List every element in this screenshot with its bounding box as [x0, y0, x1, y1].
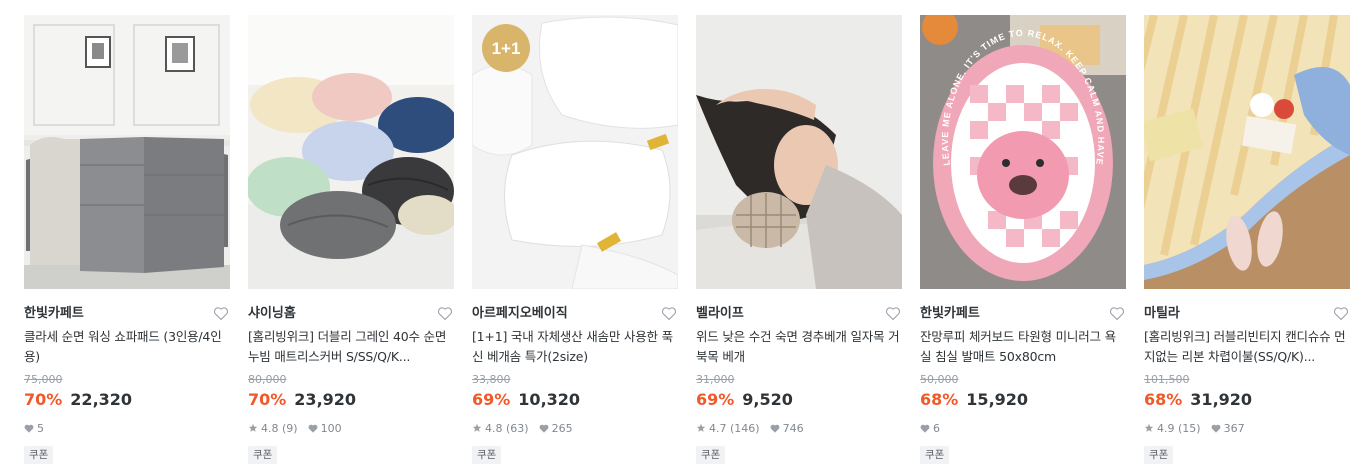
- price-row: 68% 31,920: [1144, 389, 1252, 411]
- product-title[interactable]: 잔망루피 체커보드 타원형 미니러그 욕실 침실 발매트 50x80cm: [920, 327, 1126, 367]
- price-row: 69% 10,320: [472, 389, 580, 411]
- product-stats: 4.8 (63) 265: [472, 420, 583, 436]
- price-row: 70% 22,320: [24, 389, 132, 411]
- coupon-badge: 쿠폰: [472, 446, 502, 464]
- scrap-heart-icon[interactable]: [1333, 306, 1349, 321]
- discount-rate: 69%: [696, 390, 735, 409]
- sale-price: 10,320: [518, 390, 581, 409]
- scrap-count: 367: [1211, 422, 1245, 435]
- rating: 4.7 (146): [696, 422, 760, 435]
- heart-icon: [308, 424, 318, 433]
- discount-rate: 69%: [472, 390, 511, 409]
- product-stats: 6: [920, 420, 950, 436]
- product-card[interactable]: 마틸라 [홈리빙위크] 러블리빈티지 캔디슈슈 먼지없는 리본 차렵이불(SS/…: [1144, 15, 1350, 473]
- original-price: 31,000: [696, 373, 735, 386]
- star-icon: [1144, 423, 1154, 432]
- sofa-pad-photo: [24, 15, 230, 289]
- brand-name[interactable]: 벨라이프: [696, 304, 744, 324]
- sale-price: 15,920: [966, 390, 1029, 409]
- original-price: 80,000: [248, 373, 287, 386]
- scrap-count: 5: [24, 422, 44, 435]
- product-title[interactable]: [1+1] 국내 자체생산 새솜만 사용한 푹신 베개솜 특가(2size): [472, 327, 678, 367]
- product-stats: 4.9 (15) 367: [1144, 420, 1255, 436]
- neck-pillow-photo: [696, 15, 902, 289]
- rating: 4.8 (9): [248, 422, 298, 435]
- brand-name[interactable]: 샤이닝홈: [248, 304, 296, 324]
- product-stats: 5: [24, 420, 54, 436]
- heart-icon: [24, 424, 34, 433]
- scrap-count: 100: [308, 422, 342, 435]
- product-image[interactable]: [696, 15, 902, 289]
- price-row: 69% 9,520: [696, 389, 793, 411]
- heart-icon: [539, 424, 549, 433]
- scrap-count: 6: [920, 422, 940, 435]
- original-price: 75,000: [24, 373, 63, 386]
- star-icon: [472, 423, 482, 432]
- brand-name[interactable]: 아르페지오베이직: [472, 304, 568, 324]
- discount-rate: 68%: [1144, 390, 1183, 409]
- heart-icon: [920, 424, 930, 433]
- sale-price: 31,920: [1190, 390, 1253, 409]
- scrap-heart-icon[interactable]: [437, 306, 453, 321]
- rug-photo: LEAVE ME ALONE. IT'S TIME TO RELAX. KEEP…: [920, 15, 1126, 289]
- discount-rate: 70%: [248, 390, 287, 409]
- product-stats: 4.7 (146) 746: [696, 420, 814, 436]
- product-card[interactable]: 샤이닝홈 [홈리빙위크] 더블리 그레인 40수 순면 누빔 매트리스커버 S/…: [248, 15, 454, 473]
- product-card[interactable]: 한빛카페트 클라세 순면 워싱 쇼파패드 (3인용/4인용) 75,000 70…: [24, 15, 230, 473]
- product-title[interactable]: 클라세 순면 워싱 쇼파패드 (3인용/4인용): [24, 327, 230, 367]
- product-card[interactable]: 벨라이프 위드 낮은 수건 숙면 경추베개 일자목 거북목 베개 31,000 …: [696, 15, 902, 473]
- coupon-badge: 쿠폰: [920, 446, 950, 464]
- scrap-count: 265: [539, 422, 573, 435]
- comforter-photo: [1144, 15, 1350, 289]
- product-card[interactable]: 1+1 아르페지오베이직 [1+1] 국내 자체생산 새솜만 사용한 푹신 베개…: [472, 15, 678, 473]
- sale-price: 22,320: [70, 390, 133, 409]
- product-image[interactable]: [248, 15, 454, 289]
- discount-rate: 70%: [24, 390, 63, 409]
- product-title[interactable]: [홈리빙위크] 더블리 그레인 40수 순면 누빔 매트리스커버 S/SS/Q/…: [248, 327, 454, 367]
- promo-badge: 1+1: [492, 39, 521, 58]
- scrap-heart-icon[interactable]: [213, 306, 229, 321]
- original-price: 33,800: [472, 373, 511, 386]
- mattress-cover-photo: [248, 15, 454, 289]
- brand-name[interactable]: 마틸라: [1144, 304, 1180, 324]
- product-stats: 4.8 (9) 100: [248, 420, 352, 436]
- original-price: 50,000: [920, 373, 959, 386]
- product-title[interactable]: [홈리빙위크] 러블리빈티지 캔디슈슈 먼지없는 리본 차렵이불(SS/Q/K)…: [1144, 327, 1350, 367]
- coupon-badge: 쿠폰: [1144, 446, 1174, 464]
- sale-price: 9,520: [742, 390, 793, 409]
- product-image[interactable]: 1+1: [472, 15, 678, 289]
- heart-icon: [770, 424, 780, 433]
- heart-icon: [1211, 424, 1221, 433]
- scrap-heart-icon[interactable]: [1109, 306, 1125, 321]
- scrap-heart-icon[interactable]: [661, 306, 677, 321]
- product-card[interactable]: LEAVE ME ALONE. IT'S TIME TO RELAX. KEEP…: [920, 15, 1126, 473]
- price-row: 68% 15,920: [920, 389, 1028, 411]
- product-image[interactable]: LEAVE ME ALONE. IT'S TIME TO RELAX. KEEP…: [920, 15, 1126, 289]
- scrap-heart-icon[interactable]: [885, 306, 901, 321]
- product-image[interactable]: [24, 15, 230, 289]
- pillow-photo: 1+1: [472, 15, 678, 289]
- star-icon: [696, 423, 706, 432]
- price-row: 70% 23,920: [248, 389, 356, 411]
- original-price: 101,500: [1144, 373, 1190, 386]
- brand-name[interactable]: 한빛카페트: [24, 304, 84, 324]
- coupon-badge: 쿠폰: [24, 446, 54, 464]
- rating: 4.8 (63): [472, 422, 529, 435]
- product-title[interactable]: 위드 낮은 수건 숙면 경추베개 일자목 거북목 베개: [696, 327, 902, 367]
- coupon-badge: 쿠폰: [248, 446, 278, 464]
- sale-price: 23,920: [294, 390, 357, 409]
- brand-name[interactable]: 한빛카페트: [920, 304, 980, 324]
- star-icon: [248, 423, 258, 432]
- rating: 4.9 (15): [1144, 422, 1201, 435]
- coupon-badge: 쿠폰: [696, 446, 726, 464]
- product-image[interactable]: [1144, 15, 1350, 289]
- discount-rate: 68%: [920, 390, 959, 409]
- scrap-count: 746: [770, 422, 804, 435]
